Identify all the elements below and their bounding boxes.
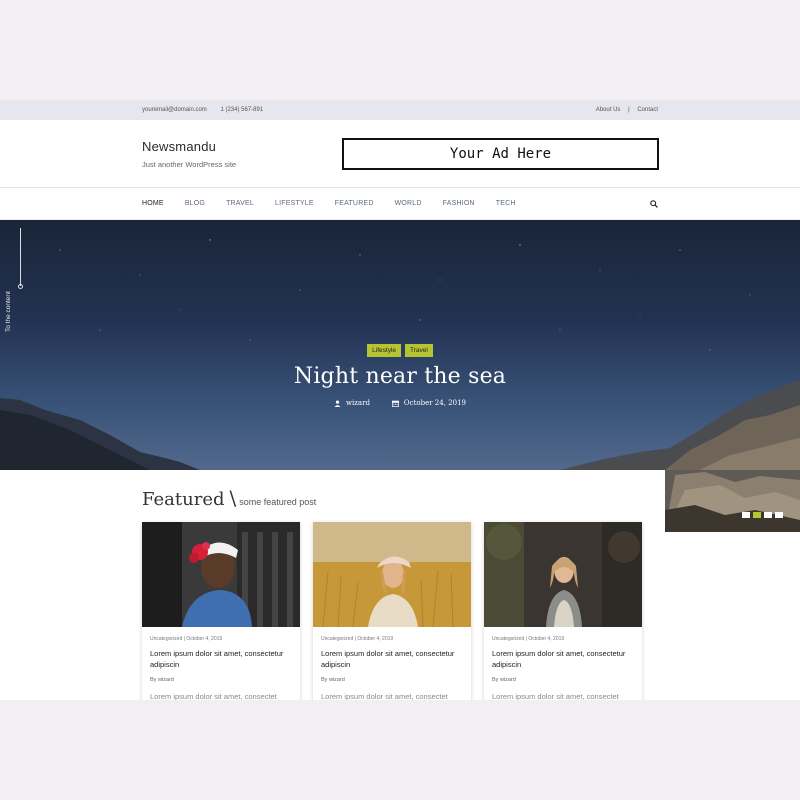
card-excerpt: Lorem ipsum dolor sit amet, consectet [321,692,448,700]
card-author[interactable]: By wizard [321,677,463,683]
site-tagline: Just another WordPress site [142,159,237,169]
slider-dot[interactable] [742,512,750,518]
nav-item-home[interactable]: HOME [142,200,164,207]
contact-info: youremail@domain.com 1 (234) 567-891 [142,107,275,113]
card-author[interactable]: By wizard [150,677,292,683]
nav-item-tech[interactable]: TECH [496,200,516,207]
site-branding: Newsmandu Just another WordPress site [142,139,236,169]
scroll-indicator-dot [18,284,23,289]
card-excerpt: Lorem ipsum dolor sit amet, consectet [492,692,619,700]
calendar-icon [391,400,399,407]
card-meta: Uncategorized | October 4, 2019 [492,636,565,642]
card-image-woman-with-flower[interactable] [142,522,300,627]
site-title[interactable]: Newsmandu [142,139,236,154]
card-image-woman-in-forest[interactable] [484,522,642,627]
hero-tags: Lifestyle Travel [0,344,800,357]
hero-slider[interactable]: To the content Lifestyle Travel Night ne… [0,220,800,470]
card-image-woman-in-field[interactable] [313,522,471,627]
card-meta: Uncategorized | October 4, 2019 [321,636,394,642]
ad-banner[interactable]: Your Ad Here [342,137,659,170]
slider-image-overhang [665,470,800,532]
tag-travel[interactable]: Travel [405,344,433,357]
card-title[interactable]: Lorem ipsum dolor sit amet, consectetur … [150,648,292,670]
post-date: October 24, 2019 [403,399,466,407]
featured-separator: \ [229,486,237,510]
slider-dot[interactable] [764,512,772,518]
nav-item-travel[interactable]: TRAVEL [226,200,254,207]
top-bar: youremail@domain.com 1 (234) 567-891 Abo… [0,100,800,120]
slider-dot[interactable] [775,512,783,518]
scroll-indicator-line [20,228,21,286]
hero-title[interactable]: Night near the sea [0,364,800,389]
featured-cards: Uncategorized | October 4, 2019 Lorem ip… [142,522,642,700]
phone-link[interactable]: 1 (234) 567-891 [220,107,263,113]
featured-card[interactable]: Uncategorized | October 4, 2019 Lorem ip… [142,522,300,700]
card-excerpt: Lorem ipsum dolor sit amet, consectet [150,692,277,700]
featured-card[interactable]: Uncategorized | October 4, 2019 Lorem ip… [313,522,471,700]
website: youremail@domain.com 1 (234) 567-891 Abo… [0,100,800,700]
top-links-separator: | [628,107,630,113]
user-icon [334,399,341,407]
hero-date: October 24, 2019 [391,399,466,407]
author-name: wizard [346,399,370,407]
featured-card[interactable]: Uncategorized | October 4, 2019 Lorem ip… [484,522,642,700]
to-content-link[interactable]: To the content [5,291,12,332]
nav-item-featured[interactable]: FEATURED [335,200,374,207]
search-icon[interactable] [650,199,658,208]
nav-item-world[interactable]: WORLD [395,200,422,207]
card-meta: Uncategorized | October 4, 2019 [150,636,223,642]
slider-pagination [742,512,783,518]
hero-author[interactable]: wizard [334,399,370,407]
card-author[interactable]: By wizard [492,677,634,683]
featured-title: Featured [142,489,225,510]
featured-heading: Featured \ some featured post [142,486,316,510]
tag-lifestyle[interactable]: Lifestyle [367,344,402,357]
card-title[interactable]: Lorem ipsum dolor sit amet, consectetur … [321,648,463,670]
about-us-link[interactable]: About Us [596,107,621,113]
hero-meta: wizard October 24, 2019 [0,399,800,407]
email-link[interactable]: youremail@domain.com [142,107,207,113]
featured-subtitle: some featured post [239,497,317,507]
top-links: About Us | Contact [596,107,658,113]
nav-item-lifestyle[interactable]: LIFESTYLE [275,200,314,207]
card-title[interactable]: Lorem ipsum dolor sit amet, consectetur … [492,648,634,670]
nav-item-fashion[interactable]: FASHION [443,200,475,207]
main-navigation: HOME BLOG TRAVEL LIFESTYLE FEATURED WORL… [0,188,800,220]
site-header: Newsmandu Just another WordPress site Yo… [0,120,800,188]
slider-dot-active[interactable] [753,512,761,518]
contact-link[interactable]: Contact [637,107,658,113]
nav-item-blog[interactable]: BLOG [185,200,205,207]
